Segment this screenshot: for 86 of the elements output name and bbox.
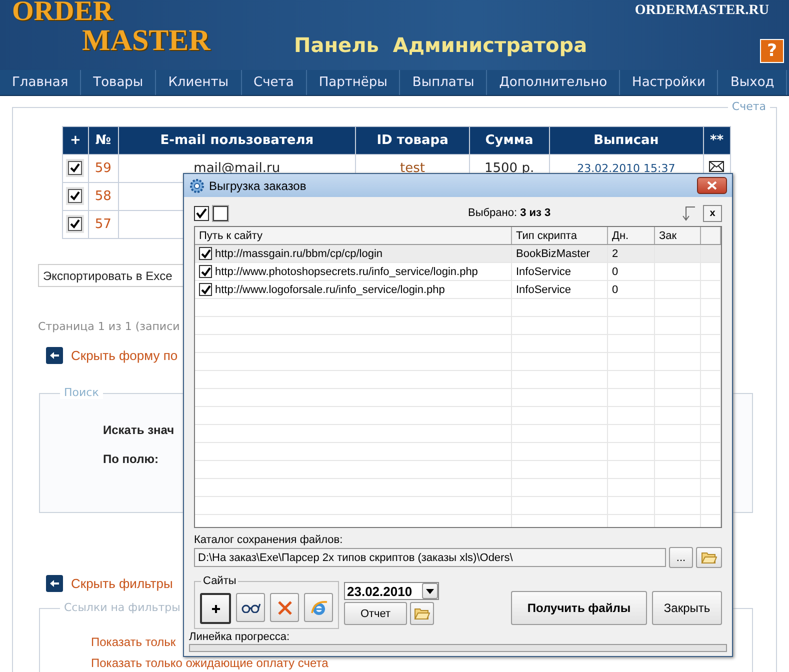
close-button[interactable]	[697, 177, 727, 194]
nav-item[interactable]: Клиенты	[156, 70, 242, 95]
close-dialog-button[interactable]: Закрыть	[652, 591, 722, 625]
delete-button[interactable]	[270, 593, 299, 622]
plus-icon	[210, 604, 220, 614]
report-button[interactable]: Отчет	[344, 602, 407, 625]
column-header: Сумма	[469, 126, 550, 154]
uncheck-all-icon[interactable]	[213, 206, 228, 220]
checkbox[interactable]	[199, 247, 212, 260]
panel-legend: Поиск	[60, 386, 103, 399]
nav-item[interactable]: Счета	[242, 70, 307, 95]
column-header: E-mail пользователя	[118, 126, 356, 154]
column-header[interactable]: Тип скрипта	[512, 227, 608, 244]
progress-label: Линейка прогресса:	[189, 631, 291, 643]
check-all-icon[interactable]	[194, 206, 209, 220]
panel-legend: Ссылки на фильтры	[60, 601, 184, 614]
nav-item[interactable]: Главная	[0, 70, 82, 95]
group-label: Сайты	[201, 575, 238, 587]
script-type: BookBizMaster	[516, 248, 590, 260]
checkbox[interactable]	[68, 161, 82, 176]
hide-search-link[interactable]: Скрыть форму по	[71, 348, 178, 363]
dropdown-button[interactable]	[422, 583, 438, 599]
cross-icon	[278, 600, 292, 614]
column-header[interactable]: Дн.	[608, 227, 655, 244]
nav-item[interactable]: Товары	[81, 70, 156, 95]
site-row[interactable]: http://www.logoforsale.ru/info_service/login.php InfoService 0	[195, 281, 721, 299]
selection-count: Выбрано: 3 из 3	[468, 207, 551, 219]
checkbox[interactable]	[199, 283, 212, 296]
column-header: №	[88, 126, 118, 154]
days-count: 0	[612, 284, 618, 296]
corner-arrow-icon	[680, 204, 696, 222]
checkbox[interactable]	[68, 217, 82, 232]
column-header: **	[703, 126, 730, 154]
column-header: +	[62, 126, 88, 154]
checkbox[interactable]	[199, 265, 212, 278]
site-url: http://www.logoforsale.ru/info_service/login.php	[215, 284, 445, 296]
folder-path-field[interactable]: D:\На заказ\Exe\Парсер 2х типов скриптов (заказы xls)\Oders\	[194, 548, 666, 567]
field-label: Искать знач	[103, 423, 176, 437]
caret-icon	[426, 588, 434, 594]
site-row[interactable]: http://www.photoshopsecrets.ru/info_service/login.php InfoService 0	[195, 263, 721, 281]
days-count: 0	[612, 266, 618, 278]
column-header: Выписан	[549, 126, 704, 154]
browse-button[interactable]: ...	[669, 547, 693, 568]
open-folder-button[interactable]	[696, 547, 722, 568]
column-header[interactable]: Путь к сайту	[195, 227, 512, 244]
dialog-title: Выгрузка заказов	[209, 178, 308, 192]
clear-button[interactable]: x	[703, 204, 722, 222]
nav-item[interactable]: Выплаты	[400, 70, 488, 95]
table-cell: 23.02.2010 15:37	[577, 162, 676, 175]
product-link[interactable]: test	[400, 161, 426, 176]
site-name: ORDERMASTER.RU	[634, 3, 769, 19]
script-type: InfoService	[516, 266, 572, 278]
hide-filters-link[interactable]: Скрыть фильтры	[71, 576, 173, 591]
site-row[interactable]: http://massgain.ru/bbm/cp/cp/login BookBizMaster 2	[195, 245, 721, 263]
page-title: Панель Администратора	[294, 33, 588, 57]
view-button[interactable]	[236, 593, 265, 622]
nav-item[interactable]: Партнёры	[306, 70, 400, 95]
glasses-icon	[240, 602, 260, 612]
column-header[interactable]: Зак	[655, 227, 701, 244]
envelope-icon[interactable]	[709, 161, 724, 172]
browser-button[interactable]	[304, 593, 333, 622]
site-url: http://massgain.ru/bbm/cp/cp/login	[215, 248, 383, 260]
folder-icon	[701, 551, 717, 564]
nav-item[interactable]: Дополнительно	[487, 70, 620, 95]
section-legend: Счета	[728, 100, 770, 113]
days-count: 2	[612, 248, 618, 260]
globe-icon	[310, 598, 328, 616]
table-cell: mail@mail.ru	[194, 161, 280, 176]
checkbox[interactable]	[68, 189, 82, 204]
add-button[interactable]	[200, 593, 231, 624]
logo-text: ORDER	[12, 0, 114, 26]
folder-icon	[414, 607, 430, 620]
filter-link[interactable]: Показать только ожидающие оплату счета	[91, 656, 752, 670]
script-type: InfoService	[516, 284, 572, 296]
get-files-button[interactable]: Получить файлы	[511, 591, 647, 625]
pagination-text: Страница 1 из 1 (записи	[38, 320, 181, 333]
nav-item[interactable]: Настройки	[620, 70, 718, 95]
gear-icon	[189, 178, 205, 194]
logo-text: MASTER	[82, 26, 210, 56]
column-header: ID товара	[356, 126, 470, 154]
close-icon	[707, 181, 717, 190]
nav-item[interactable]: Выход	[718, 70, 788, 95]
field-label: Каталог сохранения файлов:	[194, 534, 344, 546]
site-url: http://www.photoshopsecrets.ru/info_service/login.php	[215, 266, 478, 278]
field-label: По полю:	[103, 452, 160, 466]
date-dropdown[interactable]: 23.02.2010	[344, 582, 439, 600]
